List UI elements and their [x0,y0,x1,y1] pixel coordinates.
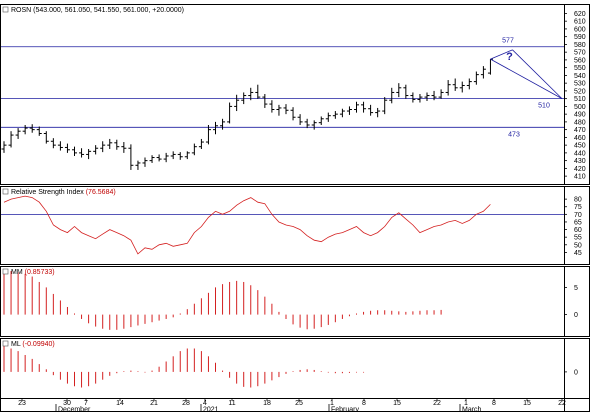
y-tick-label: 5 [574,285,578,292]
y-tick-label: 0 [574,369,578,376]
y-tick-label: 480 [574,119,586,126]
line-label-510: 510 [538,103,550,110]
y-tick-label: 75 [574,204,582,211]
mm-panel: 0 5 MM (0.85733) [0,266,590,337]
rsi-panel: 4550556065707580 Relative Strength Index … [0,186,590,265]
x-tick-label: 8 [492,400,496,407]
x-tick-label: 11 [228,400,235,407]
y-tick-label: 570 [574,50,586,57]
x-tick-label: 23 [18,400,26,407]
y-tick-label: 70 [574,212,582,219]
x-tick-label: 8 [362,400,366,407]
y-tick-label: 430 [574,158,586,165]
line-label-577: 577 [502,38,514,45]
y-tick-label: 440 [574,150,586,157]
panel-legend-icon [2,340,9,347]
panel-legend: ROSN (543.000, 561.050, 541.550, 561.000… [11,7,184,14]
panel-frame [0,266,590,337]
y-tick-label: 470 [574,127,586,134]
x-tick-label: 21 [150,400,158,407]
panel-legend: ML (-0.09940) [11,341,55,348]
y-tick-label: 620 [574,11,586,18]
y-tick-label: 510 [574,96,586,103]
month-label: 2021 [203,407,219,412]
y-tick-label: 50 [574,242,582,249]
panel-legend-value: (-0.09940) [22,341,54,348]
y-tick-label: 530 [574,81,586,88]
panel-legend: Relative Strength Index (76.5684) [11,189,116,196]
panel-legend-value: (0.85733) [25,269,55,276]
y-tick-label: 600 [574,26,586,33]
month-label: March [462,407,482,412]
x-tick-label: 14 [116,400,124,407]
y-tick-label: 80 [574,197,582,204]
y-tick-label: 550 [574,65,586,72]
x-tick-label: 15 [393,400,401,407]
y-tick-label: 420 [574,166,586,173]
panel-legend-value: (76.5684) [86,189,116,196]
y-tick-label: 540 [574,73,586,80]
panel-legend-icon [2,6,9,13]
x-tick-label: 22 [433,400,441,407]
y-tick-label: 560 [574,57,586,64]
y-tick-label: 65 [574,219,582,226]
y-tick-label: 590 [574,34,586,41]
panel-legend-icon [2,188,9,195]
month-label: December [58,407,91,412]
y-tick-label: 580 [574,42,586,49]
month-label: February [331,407,360,412]
x-tick-label: 25 [295,400,303,407]
y-tick-label: 450 [574,143,586,150]
price-panel: 4104204304404504604704804905005105205305… [0,4,590,185]
chart-window: 410 420 430 440 450 460 470 480 490 500 510 520 530 5… [0,0,590,412]
panel-legend: MM (0.85733) [11,269,55,276]
x-tick-label: 18 [263,400,271,407]
y-tick-label: 410 [574,174,586,181]
chart-svg: 4104204304404504604704804905005105205305… [0,4,590,412]
y-tick-label: 500 [574,104,586,111]
y-tick-label: 60 [574,227,582,234]
x-tick-label: 15 [523,400,531,407]
y-tick-label: 490 [574,112,586,119]
y-tick-label: 520 [574,88,586,95]
panel-frame [0,186,590,265]
line-label-473: 473 [508,131,520,138]
panel-legend-icon [2,268,9,275]
question-mark: ? [506,51,513,63]
ml-panel: 0 ML (-0.09940) [0,338,590,399]
y-tick-label: 55 [574,235,582,242]
x-tick-label: 22 [558,400,566,407]
y-tick-label: 610 [574,19,586,26]
time-axis: 23 30 7 14 21 28 4 11 18 25 1 8 15 22 1 8 15 22December 20… [0,398,590,412]
panel-frame [0,338,590,399]
y-tick-label: 45 [574,250,582,257]
x-tick-label: 28 [182,400,190,407]
y-tick-label: 0 [574,312,578,319]
y-tick-label: 460 [574,135,586,142]
